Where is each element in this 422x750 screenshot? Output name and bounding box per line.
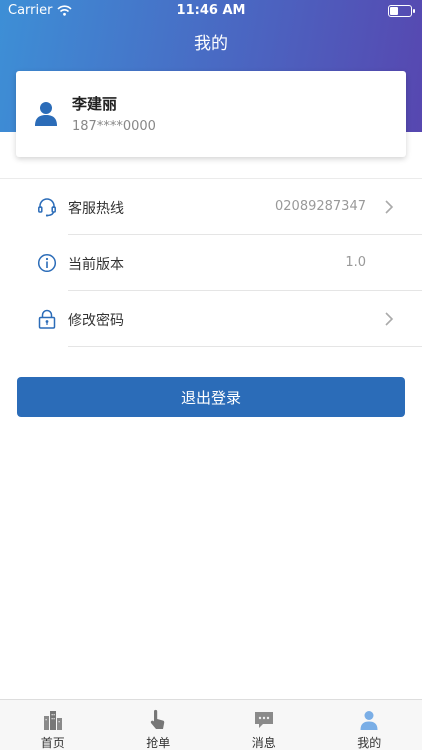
person-icon	[360, 711, 378, 730]
menu-item-label: 修改密码	[68, 313, 124, 329]
buildings-icon	[43, 711, 62, 730]
status-bar: Carrier 11:46 AM	[0, 0, 422, 22]
user-name: 李建丽	[72, 95, 118, 113]
version-number: 1.0	[345, 255, 366, 270]
user-avatar-icon	[35, 102, 57, 126]
tab-label: 抢单	[146, 736, 171, 750]
menu-item-change-password[interactable]: 修改密码	[0, 291, 422, 347]
info-icon	[37, 253, 57, 273]
menu-item-label: 当前版本	[68, 257, 124, 273]
tab-grab-order[interactable]: 抢单	[106, 700, 212, 750]
hotline-number: 02089287347	[275, 199, 366, 214]
battery-icon	[388, 5, 415, 17]
menu-item-hotline[interactable]: 客服热线 02089287347	[0, 179, 422, 235]
tab-mine[interactable]: 我的	[317, 700, 422, 750]
menu-item-label: 客服热线	[68, 201, 124, 217]
tab-label: 消息	[251, 736, 276, 750]
user-phone: 187****0000	[72, 119, 156, 134]
settings-menu: 客服热线 02089287347 当前版本 1.0 修改密码	[0, 178, 422, 347]
tap-hand-icon	[151, 709, 165, 729]
tab-messages[interactable]: 消息	[211, 700, 317, 750]
headset-icon	[38, 198, 56, 217]
tab-home[interactable]: 首页	[0, 700, 106, 750]
chevron-right-icon	[385, 312, 394, 326]
tab-bar: 首页 抢单 消息 我的	[0, 699, 422, 750]
battery-level	[390, 7, 398, 15]
user-card[interactable]: 李建丽 187****0000	[16, 71, 406, 157]
chevron-right-icon	[385, 200, 394, 214]
menu-item-version[interactable]: 当前版本 1.0	[0, 235, 422, 291]
page-title: 我的	[194, 34, 228, 54]
tab-label: 首页	[40, 736, 65, 750]
status-time: 11:46 AM	[176, 3, 246, 18]
tab-label: 我的	[357, 736, 382, 750]
message-icon	[254, 712, 273, 728]
logout-button[interactable]: 退出登录	[17, 377, 405, 417]
lock-icon	[38, 309, 56, 329]
